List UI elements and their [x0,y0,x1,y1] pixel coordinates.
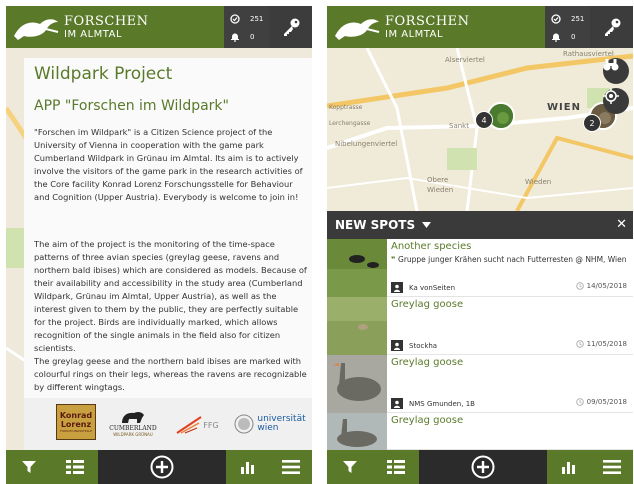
aim-paragraph: The aim of the project is the monitoring… [34,239,307,392]
clock-icon [575,340,584,348]
spot-photo [327,413,387,450]
counters: 251 0 [224,6,269,48]
close-icon[interactable]: ✕ [616,217,627,232]
info-screen: FORSCHEN IM ALMTAL 251 0 Wildpark Projec… [6,6,312,484]
brand-title: FORSCHEN [385,14,470,29]
ffg-logo[interactable]: FFG [172,410,222,440]
bottom-nav [6,450,312,484]
stats-button[interactable] [226,450,269,484]
key-icon [604,18,620,36]
bar-chart-icon [240,462,254,474]
add-circle-icon [150,455,174,479]
add-spot-button[interactable] [98,450,226,484]
quote-icon: ❞ [391,255,399,264]
spot-photo [327,239,387,297]
list-icon [387,460,405,474]
menu-button[interactable] [269,450,312,484]
login-button[interactable] [590,6,633,48]
app-header: FORSCHEN IM ALMTAL 251 0 [6,6,312,48]
check-circle-icon [551,14,561,24]
filter-icon [22,461,36,473]
locate-button[interactable] [603,88,629,114]
binoculars-button[interactable] [603,58,629,84]
bird-logo-icon [14,19,59,40]
spot-user: Stockha [409,341,438,350]
ffg-mark-icon [176,416,202,434]
spot-quote: Gruppe junger Krähen sucht nach Futterre… [398,255,627,264]
page-subtitle: APP "Forschen im Wildpark" [34,98,229,114]
caret-down-icon [422,222,432,228]
clock-icon [575,282,584,290]
map-screen: FORSCHEN IM ALMTAL 251 0 Alserviertel Ko… [327,6,633,484]
spot-photo [327,355,387,413]
new-spots-header[interactable]: NEW SPOTS ✕ [327,211,633,239]
menu-button[interactable] [590,450,633,484]
spot-date: 14/05/2018 [586,282,627,290]
partner-logos: Konrad Lorenz FORSCHUNGSSTELLE CUMBERLAN… [24,398,312,450]
user-icon [391,398,403,409]
list-item[interactable]: Greylag goose Stockha 11/05/2018 [327,297,633,355]
spot-title: Another species [391,241,472,252]
bottom-nav [327,450,633,484]
notifications-count: 0 [250,33,255,41]
spot-photo [327,297,387,355]
brand-subtitle: IM ALMTAL [64,29,123,40]
list-button[interactable] [52,450,98,484]
seal-icon [234,414,254,434]
klf-logo[interactable]: Konrad Lorenz FORSCHUNGSSTELLE [56,404,96,440]
spots-count: 251 [250,15,264,23]
uni-wien-logo[interactable]: universität wien [230,408,310,440]
filter-button[interactable] [6,450,52,484]
user-icon [391,340,403,351]
list-item[interactable]: Greylag goose NMS Gmunden, 1B 09/05/2018 [327,355,633,413]
bell-icon [231,33,239,42]
bell-icon [552,33,560,42]
add-circle-icon [471,455,495,479]
spot-date: 11/05/2018 [586,340,627,348]
list-item[interactable]: Greylag goose [327,413,633,450]
spot-title: Greylag goose [391,357,464,368]
bar-chart-icon [561,462,575,474]
spot-title: Greylag goose [391,415,464,426]
brand-subtitle: IM ALMTAL [385,29,444,40]
app-header: FORSCHEN IM ALMTAL 251 0 [327,6,633,48]
notifications-count: 0 [571,33,576,41]
stats-button[interactable] [547,450,590,484]
spot-user: Ka vonSeiten [409,283,456,292]
binoculars-icon [603,59,619,71]
user-icon [391,282,403,293]
list-button[interactable] [373,450,419,484]
filter-button[interactable] [327,450,373,484]
info-panel: Wildpark Project APP "Forschen im Wildpa… [24,58,312,450]
page-title: Wildpark Project [34,64,173,84]
add-spot-button[interactable] [419,450,547,484]
counters: 251 0 [545,6,590,48]
spots-count: 251 [571,15,585,23]
login-button[interactable] [269,6,312,48]
new-spots-title: NEW SPOTS [335,218,416,232]
intro-paragraph: "Forschen im Wildpark" is a Citizen Scie… [34,127,303,202]
cluster-marker[interactable]: 2 [583,114,601,132]
locate-icon [603,88,619,104]
spot-title: Greylag goose [391,299,464,310]
cluster-marker[interactable]: 4 [475,111,493,129]
list-icon [66,460,84,474]
check-circle-icon [230,14,240,24]
spot-user: NMS Gmunden, 1B [409,399,475,408]
cumberland-logo[interactable]: CUMBERLAND WILDPARK GRÜNAU [102,402,164,444]
bear-icon [122,411,144,423]
menu-icon [281,460,300,474]
filter-icon [343,461,357,473]
bird-logo-icon [335,19,380,40]
menu-icon [602,460,621,474]
clock-icon [575,398,584,406]
spot-date: 09/05/2018 [586,398,627,406]
brand-title: FORSCHEN [64,14,149,29]
key-icon [283,18,299,36]
list-item[interactable]: Another species ❞ Gruppe junger Krähen s… [327,239,633,297]
